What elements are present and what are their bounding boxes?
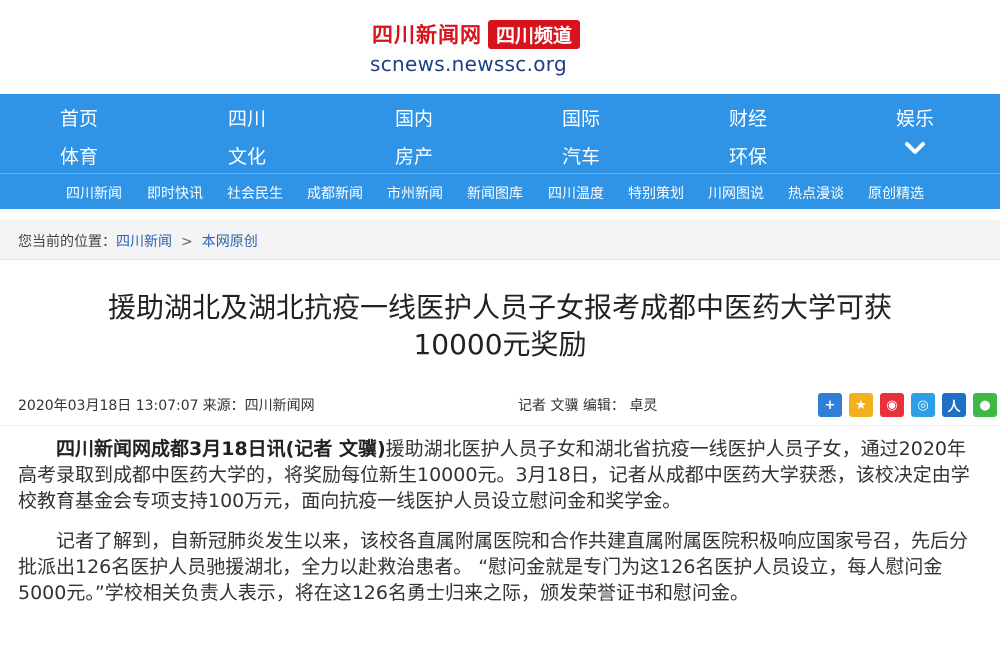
reporter-label: 记者	[518, 398, 546, 414]
breadcrumb-link-sichuan-news[interactable]: 四川新闻	[116, 234, 172, 250]
nav-item-auto[interactable]: 汽车	[562, 142, 600, 169]
editor-label: 编辑：	[582, 398, 625, 414]
logo-text: 四川新闻网	[372, 22, 482, 47]
sub-nav: 四川新闻 即时快讯 社会民生 成都新闻 市州新闻 新闻图库 四川温度 特别策划 …	[0, 173, 1000, 209]
article-title: 援助湖北及湖北抗疫一线医护人员子女报考成都中医药大学可获 10000元奖励	[40, 289, 960, 363]
chevron-down-icon[interactable]	[904, 140, 926, 158]
subnav-item-original[interactable]: 原创精选	[868, 183, 924, 203]
nav-item-realestate[interactable]: 房产	[395, 142, 433, 169]
breadcrumb-bar: 您当前的位置：四川新闻 > 本网原创	[0, 220, 1000, 260]
nav-item-sichuan[interactable]: 四川	[228, 104, 266, 131]
subnav-item-cities[interactable]: 市州新闻	[387, 183, 443, 203]
nav-item-domestic[interactable]: 国内	[395, 104, 433, 131]
article-editor: 卓灵	[629, 398, 658, 414]
article-source: 四川新闻网	[244, 398, 315, 414]
article-title-line2: 10000元奖励	[413, 328, 587, 361]
subnav-item-society[interactable]: 社会民生	[227, 183, 283, 203]
meta-divider	[0, 425, 1000, 426]
nav-item-home[interactable]: 首页	[60, 104, 98, 131]
article-meta-right: 记者 文骥 编辑： 卓灵	[518, 395, 657, 415]
subnav-item-chengdu[interactable]: 成都新闻	[307, 183, 363, 203]
breadcrumb-link-original[interactable]: 本网原创	[202, 234, 258, 250]
site-logo[interactable]: 四川新闻网 四川频道	[372, 19, 581, 49]
breadcrumb: 您当前的位置：四川新闻 > 本网原创	[18, 231, 258, 251]
subnav-item-breaking[interactable]: 即时快讯	[147, 183, 203, 203]
nav-item-international[interactable]: 国际	[562, 104, 600, 131]
nav-item-culture[interactable]: 文化	[228, 142, 266, 169]
share-plus-icon[interactable]: +	[818, 393, 842, 417]
subnav-item-special[interactable]: 特别策划	[628, 183, 684, 203]
pengyou-icon[interactable]: ◎	[911, 393, 935, 417]
source-label: 来源：	[202, 398, 245, 414]
subnav-item-warmth[interactable]: 四川温度	[548, 183, 604, 203]
nav-item-entertainment[interactable]: 娱乐	[896, 104, 934, 131]
site-header: 四川新闻网 四川频道 scnews.newssc.org	[0, 0, 1000, 94]
main-nav: 首页 四川 国内 国际 财经 娱乐 体育 文化 房产 汽车 环保	[0, 94, 1000, 173]
article-date: 2020年03月18日 13:07:07	[18, 398, 199, 414]
site-domain: scnews.newssc.org	[370, 52, 567, 76]
nav-item-sports[interactable]: 体育	[60, 142, 98, 169]
article-reporter: 文骥	[550, 398, 579, 414]
article-meta-left: 2020年03月18日 13:07:07 来源：四川新闻网	[18, 395, 319, 415]
subnav-item-sichuan-news[interactable]: 四川新闻	[66, 183, 122, 203]
article-body: 四川新闻网成都3月18日讯(记者 文骥)援助湖北医护人员子女和湖北省抗疫一线医护…	[18, 436, 982, 620]
share-bar: + ★ ◉ ◎ 人 ●	[818, 393, 997, 417]
logo-channel-badge: 四川频道	[488, 19, 581, 49]
subnav-item-picture-talk[interactable]: 川网图说	[708, 183, 764, 203]
article-paragraph-1: 四川新闻网成都3月18日讯(记者 文骥)援助湖北医护人员子女和湖北省抗疫一线医护…	[18, 436, 982, 514]
nav-item-finance[interactable]: 财经	[729, 104, 767, 131]
subnav-item-hot-topics[interactable]: 热点漫谈	[788, 183, 844, 203]
breadcrumb-separator: >	[181, 234, 193, 250]
subnav-item-gallery[interactable]: 新闻图库	[467, 183, 523, 203]
article-lead: 四川新闻网成都3月18日讯(记者 文骥)	[56, 438, 386, 460]
weibo-icon[interactable]: ◉	[880, 393, 904, 417]
article-title-line1: 援助湖北及湖北抗疫一线医护人员子女报考成都中医药大学可获	[107, 291, 892, 324]
nav-item-environment[interactable]: 环保	[729, 142, 767, 169]
renren-icon[interactable]: 人	[942, 393, 966, 417]
qzone-star-icon[interactable]: ★	[849, 393, 873, 417]
article-paragraph-2: 记者了解到，自新冠肺炎发生以来，该校各直属附属医院和合作共建直属附属医院积极响应…	[18, 530, 969, 604]
wechat-icon[interactable]: ●	[973, 393, 997, 417]
breadcrumb-prefix: 您当前的位置：	[18, 234, 116, 250]
